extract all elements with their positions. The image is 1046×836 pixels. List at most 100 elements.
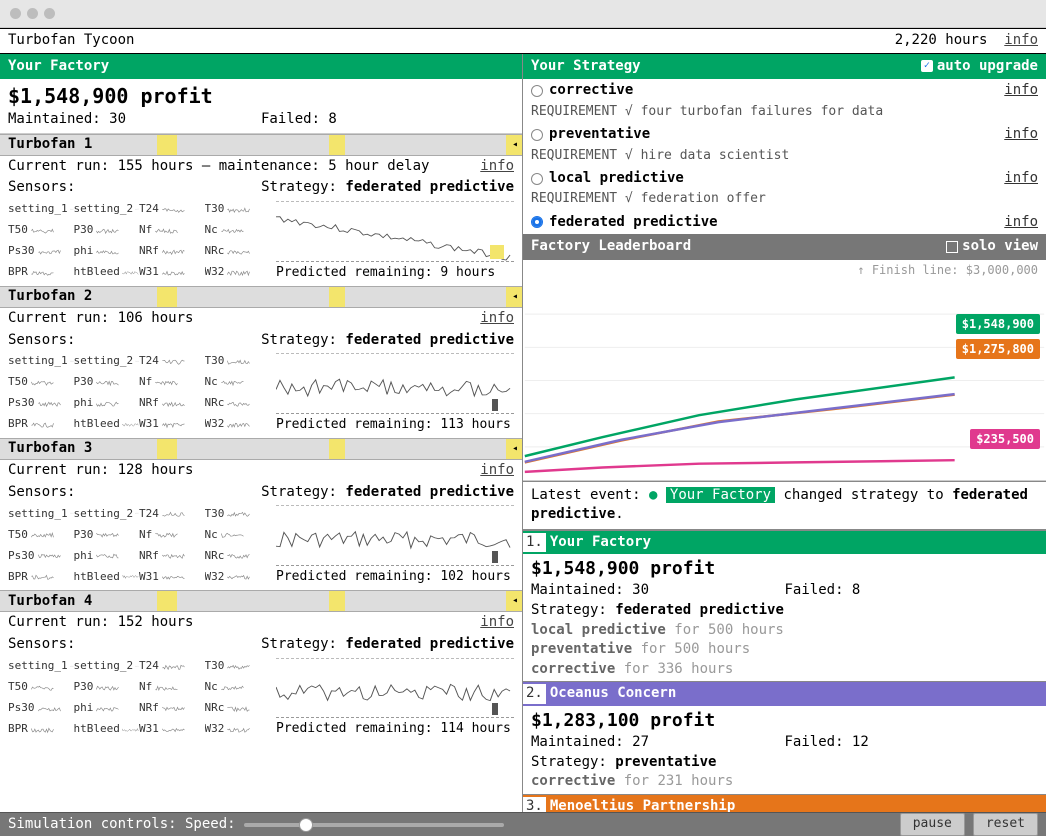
predicted-remaining: Predicted remaining: 113 hours — [276, 416, 514, 434]
auto-upgrade-toggle[interactable]: ✓ auto upgrade — [921, 57, 1038, 77]
event-mid: changed strategy to — [783, 487, 952, 503]
sensor-Nc: Nc — [205, 524, 271, 544]
cursor-marker-icon — [492, 551, 498, 563]
turbofan-info-link[interactable]: info — [480, 461, 514, 481]
finish-line-label: ↑ Finish line: $3,000,000 — [523, 260, 1046, 281]
cursor-marker-icon — [492, 399, 498, 411]
auto-upgrade-label: auto upgrade — [937, 57, 1038, 77]
turbofan-name: Turbofan 4 — [8, 592, 92, 612]
strategy-info-link[interactable]: info — [1004, 125, 1038, 145]
strategy-history-item: corrective for 336 hours — [531, 660, 1038, 680]
sensor-setting_1: setting_1 — [8, 351, 74, 371]
speed-slider[interactable] — [244, 823, 504, 827]
sensor-T30: T30 — [205, 656, 271, 676]
strategy-option-federated predictive[interactable]: federated predictive info — [523, 211, 1046, 235]
leaderboard-item-header[interactable]: 2. Oceanus Concern — [523, 682, 1046, 706]
sensor-T24: T24 — [139, 351, 205, 371]
factory-failed: Failed: 8 — [261, 110, 514, 130]
strategy-info-link[interactable]: info — [1004, 213, 1038, 233]
pause-button[interactable]: pause — [900, 813, 965, 835]
turbofan-header[interactable]: Turbofan 1 ◂ — [0, 134, 522, 156]
sensor-setting_1: setting_1 — [8, 656, 74, 676]
lb-profit: $1,283,100 profit — [531, 708, 1038, 733]
app-info-link[interactable]: info — [1004, 32, 1038, 48]
turbofan-header[interactable]: Turbofan 4 ◂ — [0, 590, 522, 612]
sensor-phi: phi — [74, 393, 140, 413]
sensor-W32: W32 — [205, 414, 271, 434]
strategy-history-item: preventative for 500 hours — [531, 640, 1038, 660]
leaderboard-item-header[interactable]: 1. Your Factory — [523, 531, 1046, 555]
radio-icon — [531, 129, 543, 141]
sensor-P30: P30 — [74, 220, 140, 240]
predicted-remaining: Predicted remaining: 114 hours — [276, 720, 514, 738]
strategy-option-corrective[interactable]: corrective info — [523, 79, 1046, 103]
sensor-Nf: Nf — [139, 524, 205, 544]
turbofan-run: Current run: 152 hours — [8, 613, 193, 633]
prediction-plot — [276, 505, 514, 566]
turbofan-header[interactable]: Turbofan 2 ◂ — [0, 286, 522, 308]
turbofan-info-link[interactable]: info — [480, 309, 514, 329]
cursor-marker-icon — [492, 703, 498, 715]
sensor-grid: setting_1setting_2T24T30T50P30NfNcPs30ph… — [8, 656, 270, 739]
sensor-NRc: NRc — [205, 241, 271, 261]
sensor-P30: P30 — [74, 524, 140, 544]
sensor-P30: P30 — [74, 372, 140, 392]
strategy-name: local predictive — [549, 169, 684, 189]
predicted-remaining: Predicted remaining: 9 hours — [276, 264, 514, 282]
turbofan-header[interactable]: Turbofan 3 ◂ — [0, 438, 522, 460]
caret-left-icon: ◂ — [512, 442, 518, 456]
reset-button[interactable]: reset — [973, 813, 1038, 835]
strategy-option-preventative[interactable]: preventative info — [523, 123, 1046, 147]
strategy-requirement: REQUIREMENT √ hire data scientist — [523, 147, 1046, 167]
sensors-label: Sensors: — [8, 483, 75, 503]
leaderboard-item-header[interactable]: 3. Menoeltius Partnership — [523, 795, 1046, 812]
window-zoom-icon[interactable] — [44, 8, 55, 19]
strategy-info-link[interactable]: info — [1004, 169, 1038, 189]
warning-marker-icon — [490, 245, 504, 259]
lb-maintained: Maintained: 27 — [531, 733, 785, 753]
turbofan-run: Current run: 128 hours — [8, 461, 193, 481]
checkbox-icon: ✓ — [921, 60, 933, 72]
strategy-info-link[interactable]: info — [1004, 81, 1038, 101]
speed-slider-thumb[interactable] — [299, 818, 313, 832]
strategy-requirement: REQUIREMENT √ federation offer — [523, 190, 1046, 210]
window-close-icon[interactable] — [10, 8, 21, 19]
sensor-NRf: NRf — [139, 393, 205, 413]
strategy-name: federated predictive — [549, 213, 718, 233]
sensor-T24: T24 — [139, 503, 205, 523]
turbofan-info-link[interactable]: info — [480, 613, 514, 633]
simulation-controls: Simulation controls: Speed: pause reset — [0, 812, 1046, 836]
window-minimize-icon[interactable] — [27, 8, 38, 19]
solo-view-toggle[interactable]: solo view — [946, 237, 1038, 257]
sensor-BPR: BPR — [8, 414, 74, 434]
strategy-option-local predictive[interactable]: local predictive info — [523, 167, 1046, 191]
profit-badge: $1,548,900 — [956, 314, 1040, 335]
sensors-label: Sensors: — [8, 178, 75, 198]
profit-badge: $235,500 — [970, 429, 1040, 450]
leaderboard-chart: $1,548,900 $1,275,800 $235,500 — [523, 281, 1046, 481]
sensor-T50: T50 — [8, 524, 74, 544]
turbofan-name: Turbofan 3 — [8, 439, 92, 459]
sensor-T50: T50 — [8, 372, 74, 392]
sensor-setting_1: setting_1 — [8, 503, 74, 523]
turbofan-info-link[interactable]: info — [480, 157, 514, 177]
caret-left-icon: ◂ — [512, 138, 518, 152]
sensor-Ps30: Ps30 — [8, 241, 74, 261]
leaderboard-item: 1. Your Factory $1,548,900 profit Mainta… — [523, 530, 1046, 682]
sensor-W31: W31 — [139, 566, 205, 586]
leaderboard-name: Menoeltius Partnership — [550, 797, 735, 812]
profit-badge: $1,275,800 — [956, 339, 1040, 360]
strategy-line: Strategy: federated predictive — [261, 331, 514, 351]
sensor-BPR: BPR — [8, 262, 74, 282]
lb-strategy: Strategy: preventative — [531, 753, 1038, 773]
lb-strategy: Strategy: federated predictive — [531, 601, 1038, 621]
sensor-T30: T30 — [205, 351, 271, 371]
solo-view-label: solo view — [962, 237, 1038, 257]
sensor-NRc: NRc — [205, 698, 271, 718]
factory-summary: $1,548,900 profit Maintained: 30 Failed:… — [0, 79, 522, 134]
sensor-T50: T50 — [8, 220, 74, 240]
sensor-NRf: NRf — [139, 698, 205, 718]
sensor-W32: W32 — [205, 262, 271, 282]
leaderboard-name: Oceanus Concern — [550, 684, 676, 704]
lb-failed: Failed: 12 — [785, 733, 1039, 753]
